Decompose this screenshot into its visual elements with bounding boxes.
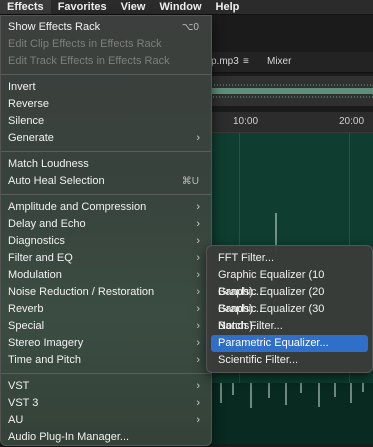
submenu-parametric-eq[interactable]: Parametric Equalizer...: [211, 335, 368, 352]
submenu-graphic-eq-10[interactable]: Graphic Equalizer (10 Bands)...: [211, 267, 368, 298]
menu-item-label: AU: [8, 414, 24, 426]
effects-menu: Show Effects Rack ⌥0 Edit Clip Effects i…: [0, 15, 212, 446]
menu-item-label: Special: [8, 320, 45, 332]
chevron-right-icon: ›: [196, 337, 200, 349]
chevron-right-icon: ›: [196, 201, 200, 213]
menu-item-label: Generate: [8, 132, 54, 144]
menubar-help[interactable]: Help: [209, 0, 247, 14]
menu-delay[interactable]: Delay and Echo ›: [1, 216, 211, 233]
menu-vst3[interactable]: VST 3 ›: [1, 395, 211, 412]
menu-edit-clip-effects[interactable]: Edit Clip Effects in Effects Rack: [1, 36, 211, 53]
menu-special[interactable]: Special ›: [1, 318, 211, 335]
chevron-right-icon: ›: [196, 354, 200, 366]
menu-item-label: Modulation: [8, 269, 62, 281]
menu-item-label: Amplitude and Compression: [8, 201, 147, 213]
menu-auto-heal[interactable]: Auto Heal Selection ⌘U: [1, 173, 211, 190]
menu-invert[interactable]: Invert: [1, 79, 211, 96]
editor-tab-bar: p.mp3 ≡ Mixer: [211, 52, 373, 73]
menu-item-label: Noise Reduction / Restoration: [8, 286, 155, 298]
menu-item-label: Time and Pitch: [8, 354, 81, 366]
menu-au[interactable]: AU ›: [1, 412, 211, 429]
menu-match-loudness[interactable]: Match Loudness: [1, 156, 211, 173]
menu-reverse[interactable]: Reverse: [1, 96, 211, 113]
ruler-label-10: 10:00: [233, 116, 259, 127]
menu-filter-eq[interactable]: Filter and EQ ›: [1, 250, 211, 267]
menu-amplitude[interactable]: Amplitude and Compression ›: [1, 199, 211, 216]
chevron-right-icon: ›: [196, 252, 200, 264]
overview-waveform: [210, 84, 373, 98]
menu-item-label: Reverb: [8, 303, 44, 315]
menubar-window[interactable]: Window: [152, 0, 208, 14]
shortcut-label: ⌥0: [181, 22, 199, 33]
chevron-right-icon: ›: [196, 218, 200, 230]
waveform-lower-spikes: [220, 383, 364, 408]
menubar: Effects Favorites View Window Help: [0, 0, 373, 15]
menu-modulation[interactable]: Modulation ›: [1, 267, 211, 284]
chevron-right-icon: ›: [196, 414, 200, 426]
chevron-right-icon: ›: [196, 380, 200, 392]
shortcut-label: ⌘U: [181, 176, 199, 187]
submenu-graphic-eq-20[interactable]: Graphic Equalizer (20 Bands)...: [211, 284, 368, 315]
menu-stereo[interactable]: Stereo Imagery ›: [1, 335, 211, 352]
menu-item-label: VST 3: [8, 397, 39, 409]
menu-item-label: Stereo Imagery: [8, 337, 84, 349]
chevron-right-icon: ›: [196, 286, 200, 298]
tab-mixer[interactable]: Mixer: [267, 56, 291, 67]
menu-item-label: Show Effects Rack: [8, 21, 101, 33]
menu-reverb[interactable]: Reverb ›: [1, 301, 211, 318]
tab-file[interactable]: p.mp3: [211, 56, 239, 67]
menu-separator: [1, 194, 211, 195]
menu-item-label: Diagnostics: [8, 235, 65, 247]
submenu-notch-filter[interactable]: Notch Filter...: [211, 318, 368, 335]
menu-time-pitch[interactable]: Time and Pitch ›: [1, 352, 211, 369]
menu-separator: [1, 151, 211, 152]
menu-vst[interactable]: VST ›: [1, 378, 211, 395]
chevron-right-icon: ›: [196, 269, 200, 281]
menu-separator: [1, 373, 211, 374]
menubar-favorites[interactable]: Favorites: [51, 0, 114, 14]
menu-silence[interactable]: Silence: [1, 113, 211, 130]
menu-separator: [1, 74, 211, 75]
ruler-label-20: 20:00: [339, 116, 365, 127]
menu-edit-track-effects[interactable]: Edit Track Effects in Effects Rack: [1, 53, 211, 70]
submenu-graphic-eq-30[interactable]: Graphic Equalizer (30 Bands)...: [211, 301, 368, 332]
chevron-right-icon: ›: [196, 303, 200, 315]
chevron-right-icon: ›: [196, 235, 200, 247]
menu-noise-reduction[interactable]: Noise Reduction / Restoration ›: [1, 284, 211, 301]
menu-plugin-manager[interactable]: Audio Plug-In Manager...: [1, 429, 211, 446]
submenu-scientific-filter[interactable]: Scientific Filter...: [211, 352, 368, 369]
menubar-effects[interactable]: Effects: [0, 0, 51, 14]
chevron-right-icon: ›: [196, 397, 200, 409]
panel-menu-icon[interactable]: ≡: [243, 56, 249, 67]
menubar-view[interactable]: View: [114, 0, 153, 14]
menu-diagnostics[interactable]: Diagnostics ›: [1, 233, 211, 250]
menu-item-label: VST: [8, 380, 30, 392]
chevron-right-icon: ›: [196, 320, 200, 332]
menu-item-label: Auto Heal Selection: [8, 175, 105, 187]
chevron-right-icon: ›: [196, 132, 200, 144]
filter-eq-submenu: FFT Filter... Graphic Equalizer (10 Band…: [206, 245, 373, 373]
menu-show-effects-rack[interactable]: Show Effects Rack ⌥0: [1, 19, 211, 36]
time-ruler[interactable]: 10:00 20:00: [211, 112, 373, 133]
waveform-lower: [211, 383, 373, 444]
menu-generate[interactable]: Generate ›: [1, 130, 211, 147]
menu-item-label: Filter and EQ: [8, 252, 73, 264]
waveform-overview[interactable]: [210, 76, 373, 106]
submenu-fft-filter[interactable]: FFT Filter...: [211, 250, 368, 267]
menu-item-label: Delay and Echo: [8, 218, 86, 230]
